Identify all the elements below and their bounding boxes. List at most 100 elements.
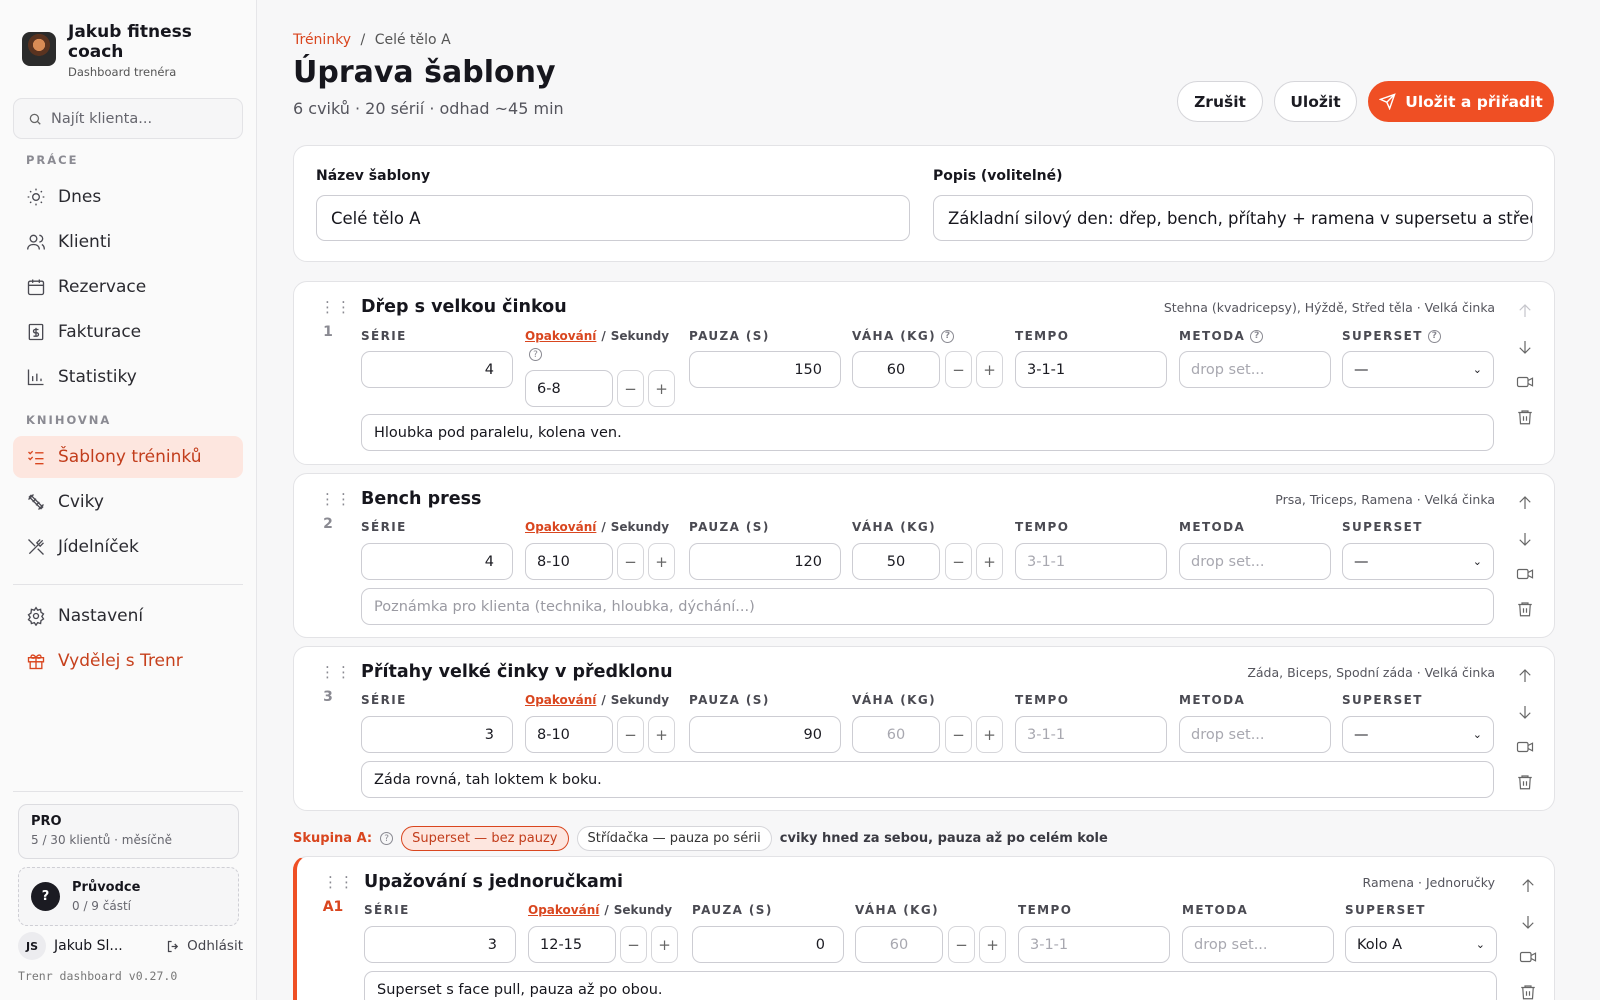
tempo-input[interactable]: 3-1-1 (1015, 543, 1167, 580)
reps-decrement-button[interactable]: − (617, 370, 644, 407)
series-input[interactable]: 3 (361, 716, 513, 753)
group-mode-alternate-button[interactable]: Střídačka — pauza po sérii (576, 826, 772, 851)
rest-input[interactable]: 150 (689, 351, 841, 388)
reps-increment-button[interactable]: + (648, 543, 675, 580)
video-icon[interactable] (1519, 948, 1537, 966)
client-search-input[interactable]: Najít klienta... (13, 98, 243, 139)
video-icon[interactable] (1516, 738, 1534, 756)
method-input[interactable]: drop set... (1182, 926, 1334, 963)
rest-input[interactable]: 0 (692, 926, 844, 963)
series-input[interactable]: 4 (361, 543, 513, 580)
drag-handle-icon[interactable]: ⋮⋮ (323, 875, 355, 890)
weight-input[interactable]: 60 (852, 716, 940, 753)
trash-icon[interactable] (1516, 408, 1534, 426)
weight-decrement-button[interactable]: − (945, 351, 972, 388)
sidebar-item-exercises[interactable]: Cviky (13, 481, 243, 523)
sidebar-item-templates[interactable]: Šablony tréninků (13, 436, 243, 478)
arrow-down-icon[interactable] (1519, 913, 1537, 931)
user-name[interactable]: Jakub Sl... (54, 938, 123, 954)
reps-increment-button[interactable]: + (648, 370, 675, 407)
seconds-mode-option[interactable]: Sekundy (611, 329, 669, 343)
weight-decrement-button[interactable]: − (945, 716, 972, 753)
seconds-mode-option[interactable]: Sekundy (611, 520, 669, 534)
template-description-input[interactable]: Základní silový den: dřep, bench, přítah… (933, 195, 1533, 241)
series-input[interactable]: 3 (364, 926, 516, 963)
breadcrumb-parent-link[interactable]: Tréninky (293, 32, 351, 48)
client-note-input[interactable]: Hloubka pod paralelu, kolena ven. (361, 414, 1494, 451)
reps-increment-button[interactable]: + (651, 926, 678, 963)
arrow-down-icon[interactable] (1516, 530, 1534, 548)
sidebar-item-referral[interactable]: Vydělej s Trenr (13, 640, 243, 682)
reps-mode-option[interactable]: Opakování (525, 693, 596, 707)
seconds-mode-option[interactable]: Sekundy (614, 903, 672, 917)
seconds-mode-option[interactable]: Sekundy (611, 693, 669, 707)
video-icon[interactable] (1516, 373, 1534, 391)
tempo-input[interactable]: 3-1-1 (1015, 716, 1167, 753)
save-and-assign-button[interactable]: Uložit a přiřadit (1368, 81, 1554, 122)
reps-input[interactable]: 6-8 (525, 370, 613, 407)
rest-input[interactable]: 120 (689, 543, 841, 580)
help-icon[interactable]: ? (380, 832, 394, 845)
weight-input[interactable]: 60 (852, 351, 940, 388)
video-icon[interactable] (1516, 565, 1534, 583)
method-input[interactable]: drop set... (1179, 351, 1331, 388)
drag-handle-icon[interactable]: ⋮⋮ (320, 492, 352, 507)
cancel-button[interactable]: Zrušit (1177, 81, 1263, 122)
reps-input[interactable]: 12-15 (528, 926, 616, 963)
arrow-down-icon[interactable] (1516, 703, 1534, 721)
sidebar-item-statistics[interactable]: Statistiky (13, 356, 243, 398)
trash-icon[interactable] (1516, 600, 1534, 618)
weight-input[interactable]: 60 (855, 926, 943, 963)
sidebar-item-invoicing[interactable]: Fakturace (13, 311, 243, 353)
trash-icon[interactable] (1519, 983, 1537, 1000)
arrow-up-icon[interactable] (1519, 877, 1537, 895)
drag-handle-icon[interactable]: ⋮⋮ (320, 300, 352, 315)
client-note-input[interactable]: Poznámka pro klienta (technika, hloubka,… (361, 588, 1494, 625)
superset-select[interactable]: — ⌄ (1342, 543, 1494, 580)
sidebar-item-today[interactable]: Dnes (13, 176, 243, 218)
reps-mode-option[interactable]: Opakování (528, 903, 599, 917)
sidebar-item-bookings[interactable]: Rezervace (13, 266, 243, 308)
superset-select[interactable]: Kolo A ⌄ (1345, 926, 1497, 963)
help-icon[interactable]: ? (941, 329, 954, 343)
help-icon[interactable]: ? (1427, 329, 1441, 343)
drag-handle-icon[interactable]: ⋮⋮ (320, 665, 352, 680)
series-input[interactable]: 4 (361, 351, 513, 388)
method-input[interactable]: drop set... (1179, 543, 1331, 580)
help-icon[interactable]: ? (529, 348, 542, 361)
brand[interactable]: Jakub fitness coach Dashboard trenéra (22, 22, 208, 79)
plan-badge[interactable]: PRO 5 / 30 klientů · měsíčně (18, 804, 239, 859)
weight-input[interactable]: 50 (852, 543, 940, 580)
reps-input[interactable]: 8-10 (525, 716, 613, 753)
reps-increment-button[interactable]: + (648, 716, 675, 753)
weight-increment-button[interactable]: + (976, 543, 1003, 580)
tempo-input[interactable]: 3-1-1 (1018, 926, 1170, 963)
client-note-input[interactable]: Záda rovná, tah loktem k boku. (361, 761, 1494, 798)
superset-select[interactable]: — ⌄ (1342, 716, 1494, 753)
trash-icon[interactable] (1516, 773, 1534, 791)
template-name-input[interactable]: Celé tělo A (316, 195, 910, 241)
weight-increment-button[interactable]: + (976, 351, 1003, 388)
arrow-up-icon[interactable] (1516, 667, 1534, 685)
logout-button[interactable]: Odhlásit (166, 938, 243, 954)
reps-mode-option[interactable]: Opakování (525, 520, 596, 534)
help-icon[interactable]: ? (1250, 329, 1264, 343)
reps-decrement-button[interactable]: − (620, 926, 647, 963)
tempo-input[interactable]: 3-1-1 (1015, 351, 1167, 388)
reps-mode-option[interactable]: Opakování (525, 329, 596, 343)
reps-decrement-button[interactable]: − (617, 543, 644, 580)
method-input[interactable]: drop set... (1179, 716, 1331, 753)
client-note-input[interactable]: Superset s face pull, pauza až po obou. (364, 971, 1497, 1000)
rest-input[interactable]: 90 (689, 716, 841, 753)
arrow-up-icon[interactable] (1516, 302, 1534, 320)
group-mode-superset-button[interactable]: Superset — bez pauzy (401, 826, 569, 851)
weight-decrement-button[interactable]: − (945, 543, 972, 580)
save-button[interactable]: Uložit (1274, 81, 1357, 122)
sidebar-item-clients[interactable]: Klienti (13, 221, 243, 263)
weight-increment-button[interactable]: + (979, 926, 1006, 963)
guide-card[interactable]: ? Průvodce 0 / 9 částí (18, 867, 239, 926)
reps-decrement-button[interactable]: − (617, 716, 644, 753)
sidebar-item-meal-plan[interactable]: Jídelníček (13, 526, 243, 568)
superset-select[interactable]: — ⌄ (1342, 351, 1494, 388)
weight-increment-button[interactable]: + (976, 716, 1003, 753)
